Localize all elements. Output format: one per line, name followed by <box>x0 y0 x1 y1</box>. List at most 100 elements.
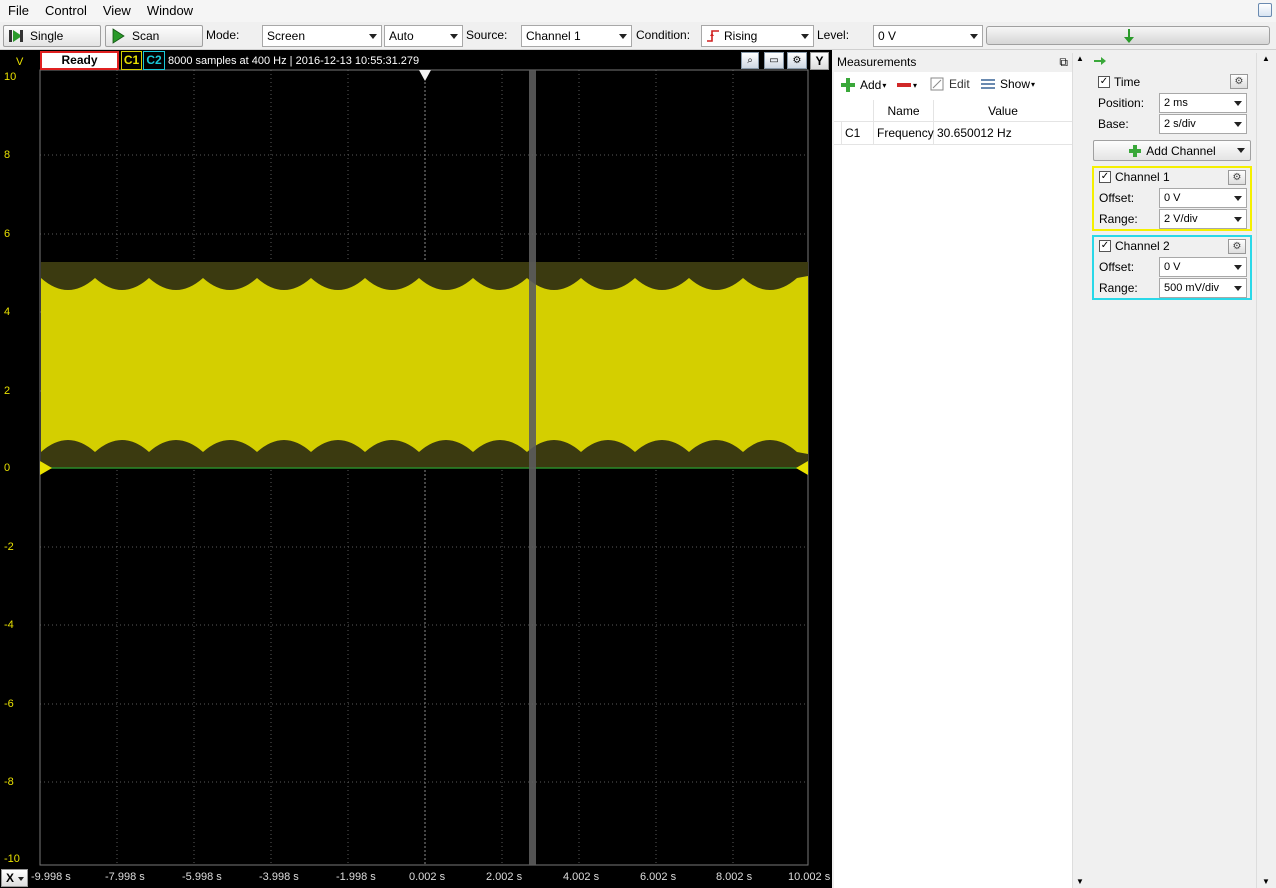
scroll-down-icon[interactable]: ▼ <box>1076 877 1084 886</box>
channel2-offset-label: Offset: <box>1099 260 1135 274</box>
y-unit-label: V <box>16 56 24 68</box>
mode-select[interactable]: Screen <box>262 25 382 47</box>
y-tick: 2 <box>4 385 11 397</box>
single-label: Single <box>30 29 64 43</box>
gear-icon[interactable]: ⚙ <box>1228 239 1246 254</box>
base-select[interactable]: 2 s/div <box>1159 114 1247 134</box>
scan-button[interactable]: Scan <box>105 25 203 47</box>
y-tick: -10 <box>4 853 20 865</box>
position-select[interactable]: 2 ms <box>1159 93 1247 113</box>
play-icon <box>112 28 125 44</box>
channel2-tag[interactable]: C2 <box>143 51 165 70</box>
show-measurement-button[interactable]: Show ▾ <box>980 77 1035 91</box>
chevron-down-icon <box>450 34 458 39</box>
y-tick: 4 <box>4 306 11 318</box>
chevron-down-icon <box>1234 265 1242 270</box>
y-tick: -2 <box>4 541 14 553</box>
zoom-icon[interactable]: ⌕ <box>741 52 759 69</box>
fit-icon[interactable]: ▭ <box>764 52 784 69</box>
settings-scrollbar[interactable]: ▲ ▼ <box>1256 53 1276 888</box>
time-toggle[interactable]: ✓ Time <box>1098 75 1140 89</box>
checkbox-icon[interactable]: ✓ <box>1099 240 1111 252</box>
measurements-scrollbar[interactable]: ▲ ▼ <box>1072 53 1088 888</box>
x-tick: -1.998 s <box>336 871 376 883</box>
checkbox-icon[interactable]: ✓ <box>1099 171 1111 183</box>
trigger-mode-select[interactable]: Auto <box>384 25 463 47</box>
channel2-group: ✓ Channel 2 ⚙ Offset: 0 V Range: 500 mV/d… <box>1092 235 1252 300</box>
status-badge: Ready <box>40 51 119 70</box>
channel1-toggle[interactable]: ✓ Channel 1 <box>1099 170 1170 184</box>
chevron-down-icon <box>369 34 377 39</box>
position-label: Position: <box>1098 96 1145 110</box>
y-tick: -6 <box>4 698 14 710</box>
x-tick: 0.002 s <box>409 871 446 883</box>
channel2-range-value: 500 mV/div <box>1164 282 1220 294</box>
add-measurement-button[interactable]: Add ▾ <box>840 77 886 93</box>
level-slider[interactable] <box>986 26 1270 45</box>
remove-measurement-button[interactable]: ▾ <box>896 77 917 93</box>
gear-icon[interactable]: ⚙ <box>1228 170 1246 185</box>
position-value: 2 ms <box>1164 97 1188 109</box>
rising-edge-icon <box>707 30 719 42</box>
channel1-range-select[interactable]: 2 V/div <box>1159 209 1247 229</box>
checkbox-icon[interactable]: ✓ <box>1098 76 1110 88</box>
oscilloscope-view[interactable]: Ready C1 C2 8000 samples at 400 Hz | 201… <box>0 50 832 888</box>
channel2-toggle[interactable]: ✓ Channel 2 <box>1099 239 1170 253</box>
settings-panel: ✓ Time ⚙ Position: 2 ms Base: 2 s/div Add… <box>1090 53 1276 888</box>
chevron-down-icon <box>1234 196 1242 201</box>
x-tick: -5.998 s <box>182 871 222 883</box>
channel1-tag[interactable]: C1 <box>121 51 142 70</box>
settings-gear-icon[interactable]: ⚙ <box>787 52 807 69</box>
row-value: 30.650012 Hz <box>937 126 1012 140</box>
channel2-offset-value: 0 V <box>1164 261 1181 273</box>
scroll-down-icon[interactable]: ▼ <box>1262 877 1270 886</box>
condition-select[interactable]: Rising <box>701 25 814 47</box>
gear-icon[interactable]: ⚙ <box>1230 74 1248 89</box>
base-value: 2 s/div <box>1164 118 1196 130</box>
channel2-title: Channel 2 <box>1115 239 1170 253</box>
channel1-title: Channel 1 <box>1115 170 1170 184</box>
row-channel: C1 <box>842 122 874 144</box>
show-label: Show <box>1000 77 1031 91</box>
restore-window-icon[interactable] <box>1258 3 1272 17</box>
level-input[interactable]: 0 V <box>873 25 983 47</box>
row-name: Frequency <box>874 122 934 144</box>
menu-control[interactable]: Control <box>37 0 95 22</box>
source-select[interactable]: Channel 1 <box>521 25 632 47</box>
arrow-down-icon <box>1124 29 1134 43</box>
arrow-right-icon[interactable] <box>1093 56 1107 66</box>
menu-window[interactable]: Window <box>139 0 201 22</box>
table-header: Name Value <box>834 100 1072 122</box>
x-axis-label: X <box>6 871 15 885</box>
add-channel-button[interactable]: Add Channel <box>1093 140 1251 161</box>
y-axis-button[interactable]: Y <box>810 52 829 70</box>
measurements-toolbar: Add ▾ ▾ Edit Show ▾ <box>834 72 1088 100</box>
x-tick: -9.998 s <box>31 871 71 883</box>
single-button[interactable]: Single <box>3 25 101 47</box>
channel1-offset-label: Offset: <box>1099 191 1135 205</box>
measurements-table: Name Value C1 Frequency 30.650012 Hz <box>834 100 1072 145</box>
scroll-up-icon[interactable]: ▲ <box>1262 54 1270 63</box>
y-tick: 8 <box>4 149 11 161</box>
condition-value: Rising <box>724 29 758 43</box>
channel2-offset-select[interactable]: 0 V <box>1159 257 1247 277</box>
float-panel-icon[interactable]: ⧉ <box>1059 53 1068 72</box>
chevron-down-icon <box>18 877 24 881</box>
table-row[interactable]: C1 Frequency 30.650012 Hz <box>834 122 1072 145</box>
channel2-range-select[interactable]: 500 mV/div <box>1159 278 1247 298</box>
time-title: Time <box>1114 75 1141 89</box>
x-axis-button[interactable]: X <box>1 869 28 887</box>
menu-file[interactable]: File <box>0 0 37 22</box>
minus-icon <box>897 83 911 87</box>
add-channel-label: Add Channel <box>1146 143 1216 158</box>
scroll-up-icon[interactable]: ▲ <box>1076 54 1084 63</box>
measurements-header: Measurements ⧉ ✕ <box>834 53 1088 72</box>
y-tick: -4 <box>4 619 14 631</box>
source-label: Source: <box>466 28 508 42</box>
header-name[interactable]: Name <box>874 100 934 121</box>
header-value[interactable]: Value <box>934 100 1072 121</box>
edit-measurement-button[interactable]: Edit <box>930 77 970 91</box>
menu-view[interactable]: View <box>95 0 139 22</box>
channel1-offset-select[interactable]: 0 V <box>1159 188 1247 208</box>
mode-value: Screen <box>267 29 306 43</box>
